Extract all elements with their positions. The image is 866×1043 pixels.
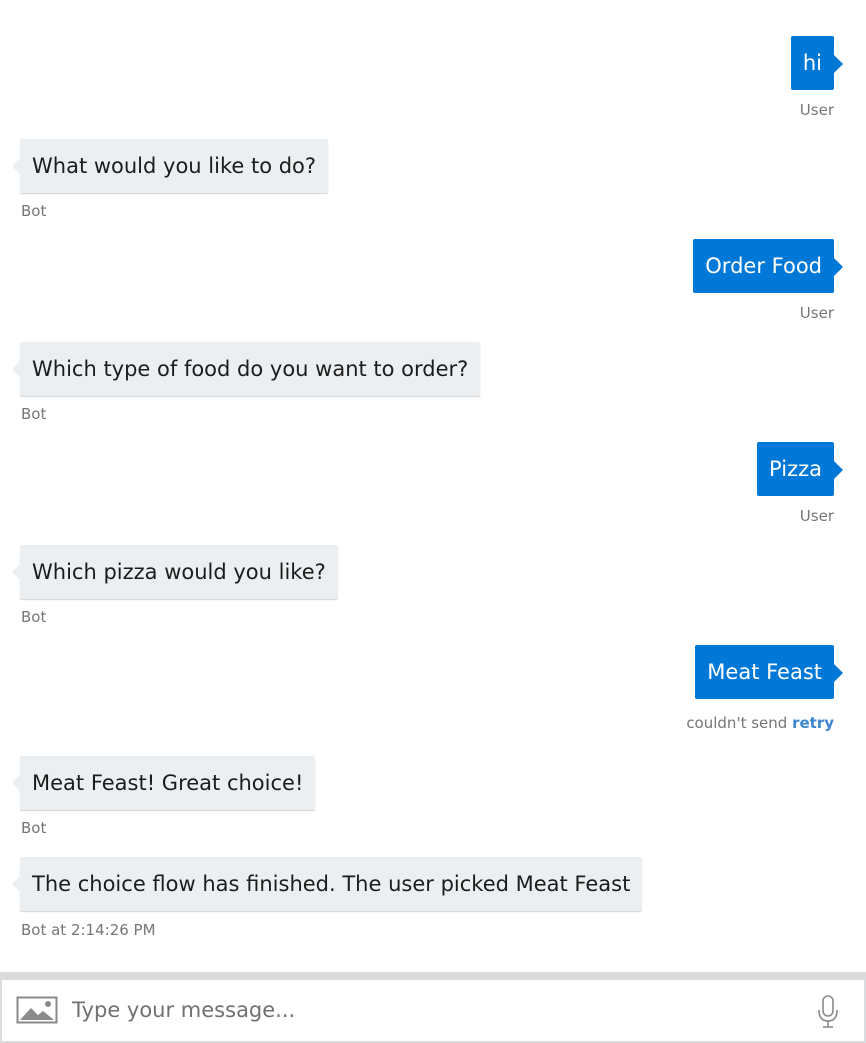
user-message: Pizza: [757, 442, 843, 496]
retry-link[interactable]: retry: [792, 714, 834, 732]
composer-divider: [0, 972, 866, 980]
message-composer: [0, 980, 866, 1043]
message-sender-label: User: [799, 304, 834, 322]
user-message: hi: [790, 36, 844, 90]
message-sender-label: User: [799, 507, 834, 525]
bot-message: Which pizza would you like?: [12, 545, 338, 599]
microphone-button[interactable]: [814, 994, 842, 1030]
bot-message: Which type of food do you want to order?: [11, 342, 481, 396]
message-sender-label: Bot: [21, 405, 47, 423]
message-sender-label: User: [799, 101, 834, 119]
bot-message: Meat Feast! Great choice!: [11, 756, 316, 810]
image-icon: [16, 996, 58, 1024]
user-message: Order Food: [693, 239, 843, 293]
message-input[interactable]: [72, 992, 772, 1028]
chat-history: hi User What would you like to do? Bot O…: [0, 0, 866, 972]
bot-message: What would you like to do?: [11, 139, 329, 193]
bot-message: The choice flow has finished. The user p…: [11, 857, 643, 911]
user-message: Meat Feast: [695, 645, 843, 699]
message-timestamp: Bot at 2:14:26 PM: [21, 921, 156, 939]
message-sender-label: Bot: [21, 819, 47, 837]
microphone-icon: [818, 995, 838, 1028]
message-sender-label: Bot: [21, 202, 47, 220]
message-sender-label: Bot: [21, 608, 47, 626]
send-failed-text: couldn't send: [686, 714, 788, 732]
upload-image-button[interactable]: [16, 996, 58, 1024]
send-failed-status: couldn't send retry: [686, 714, 834, 732]
